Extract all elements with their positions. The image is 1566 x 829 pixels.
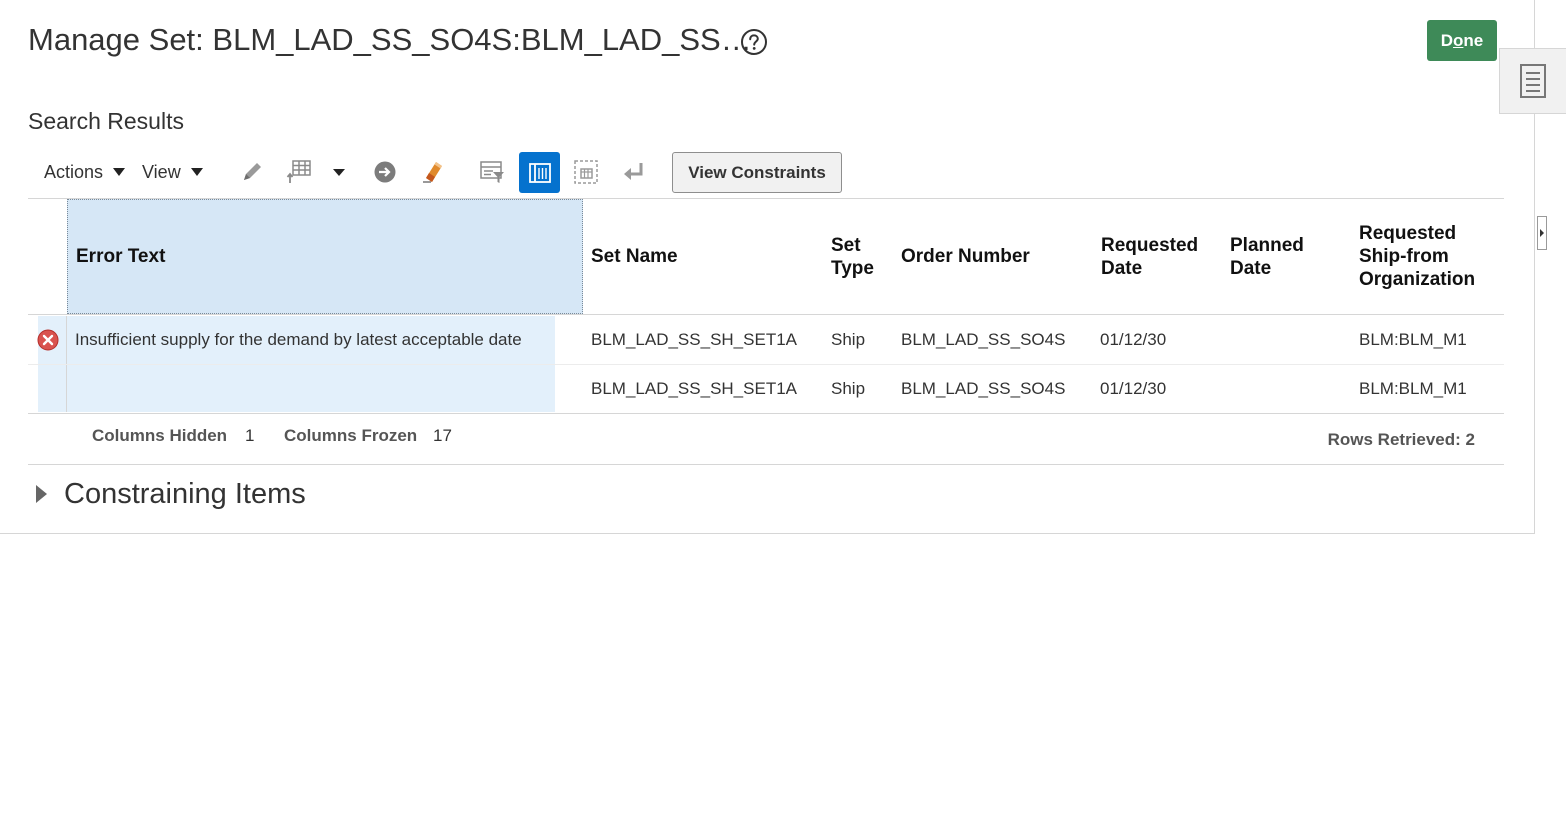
manage-set-panel: Manage Set: BLM_LAD_SS_SO4S:BLM_LAD_SS… … [0, 0, 1535, 534]
column-header-error-text[interactable]: Error Text [67, 199, 583, 314]
column-header-requested-date[interactable]: Requested Date [1101, 199, 1216, 314]
wrap-icon[interactable] [617, 155, 651, 189]
edit-icon[interactable] [235, 155, 269, 189]
cell-requested-date: 01/12/30 [1100, 379, 1167, 398]
help-circle-icon[interactable] [740, 28, 768, 56]
table-header-row: Error Text Set Name Set Type Order Numbe… [28, 199, 1504, 315]
format-table-icon[interactable] [283, 155, 317, 189]
rows-retrieved-count: Rows Retrieved: 2 [1327, 430, 1475, 449]
table-toolbar: Actions View View Constraints [28, 150, 1504, 194]
column-header-planned-date[interactable]: Planned Date [1230, 199, 1330, 314]
cell-set-type: Ship [831, 330, 866, 349]
view-menu[interactable]: View [142, 150, 203, 194]
search-results-heading: Search Results [28, 108, 184, 134]
cell-order-number: BLM_LAD_SS_SO4S [901, 379, 1066, 398]
freeze-columns-icon[interactable] [519, 152, 560, 193]
column-header-set-type[interactable]: Set Type [831, 199, 886, 314]
page-title: Manage Set: BLM_LAD_SS_SO4S:BLM_LAD_SS… [28, 22, 752, 57]
side-panel-tab[interactable] [1499, 48, 1566, 114]
actions-menu-label: Actions [44, 161, 104, 182]
cell-set-name: BLM_LAD_SS_SH_SET1A [591, 379, 797, 398]
table-status-bar: Columns Hidden 1 Columns Frozen 17 Rows … [28, 413, 1504, 465]
document-icon [1520, 64, 1546, 98]
chevron-right-icon [1540, 229, 1544, 237]
detach-icon[interactable] [569, 155, 603, 189]
columns-frozen-value: 17 [433, 426, 452, 445]
columns-hidden-value: 1 [245, 426, 255, 445]
view-menu-label: View [142, 161, 181, 182]
cell-requested-date: 01/12/30 [1100, 330, 1167, 349]
column-header-order-number[interactable]: Order Number [901, 199, 1091, 314]
table-row[interactable]: Insufficient supply for the demand by la… [28, 316, 1504, 365]
columns-frozen-label: Columns Frozen [284, 426, 418, 445]
constraining-items-disclosure[interactable]: Constraining Items [36, 476, 306, 512]
column-header-set-name[interactable]: Set Name [591, 199, 821, 314]
constraining-items-heading: Constraining Items [64, 477, 306, 510]
expand-triangle-icon [36, 485, 47, 503]
cell-ship-from-org: BLM:BLM_M1 [1359, 379, 1467, 398]
query-by-example-icon[interactable] [475, 155, 509, 189]
clear-icon[interactable] [415, 155, 449, 189]
dropdown-arrow-icon[interactable] [322, 155, 356, 189]
chevron-down-icon [190, 168, 203, 176]
column-header-ship-from-org[interactable]: Requested Ship-from Organization [1359, 199, 1499, 314]
cell-error-text: Insufficient supply for the demand by la… [75, 330, 522, 349]
columns-hidden-label: Columns Hidden [92, 426, 228, 445]
cell-ship-from-org: BLM:BLM_M1 [1359, 330, 1467, 349]
cell-set-type: Ship [831, 379, 866, 398]
done-button[interactable]: Do ne [1427, 20, 1497, 61]
cell-set-name: BLM_LAD_SS_SH_SET1A [591, 330, 797, 349]
go-icon[interactable] [368, 155, 402, 189]
table-row[interactable]: BLM_LAD_SS_SH_SET1A Ship BLM_LAD_SS_SO4S… [28, 365, 1504, 414]
panel-splitter-handle[interactable] [1537, 216, 1547, 250]
chevron-down-icon [113, 168, 126, 176]
error-icon [37, 316, 59, 364]
actions-menu[interactable]: Actions [44, 150, 126, 194]
view-constraints-button[interactable]: View Constraints [672, 152, 842, 193]
cell-order-number: BLM_LAD_SS_SO4S [901, 330, 1066, 349]
